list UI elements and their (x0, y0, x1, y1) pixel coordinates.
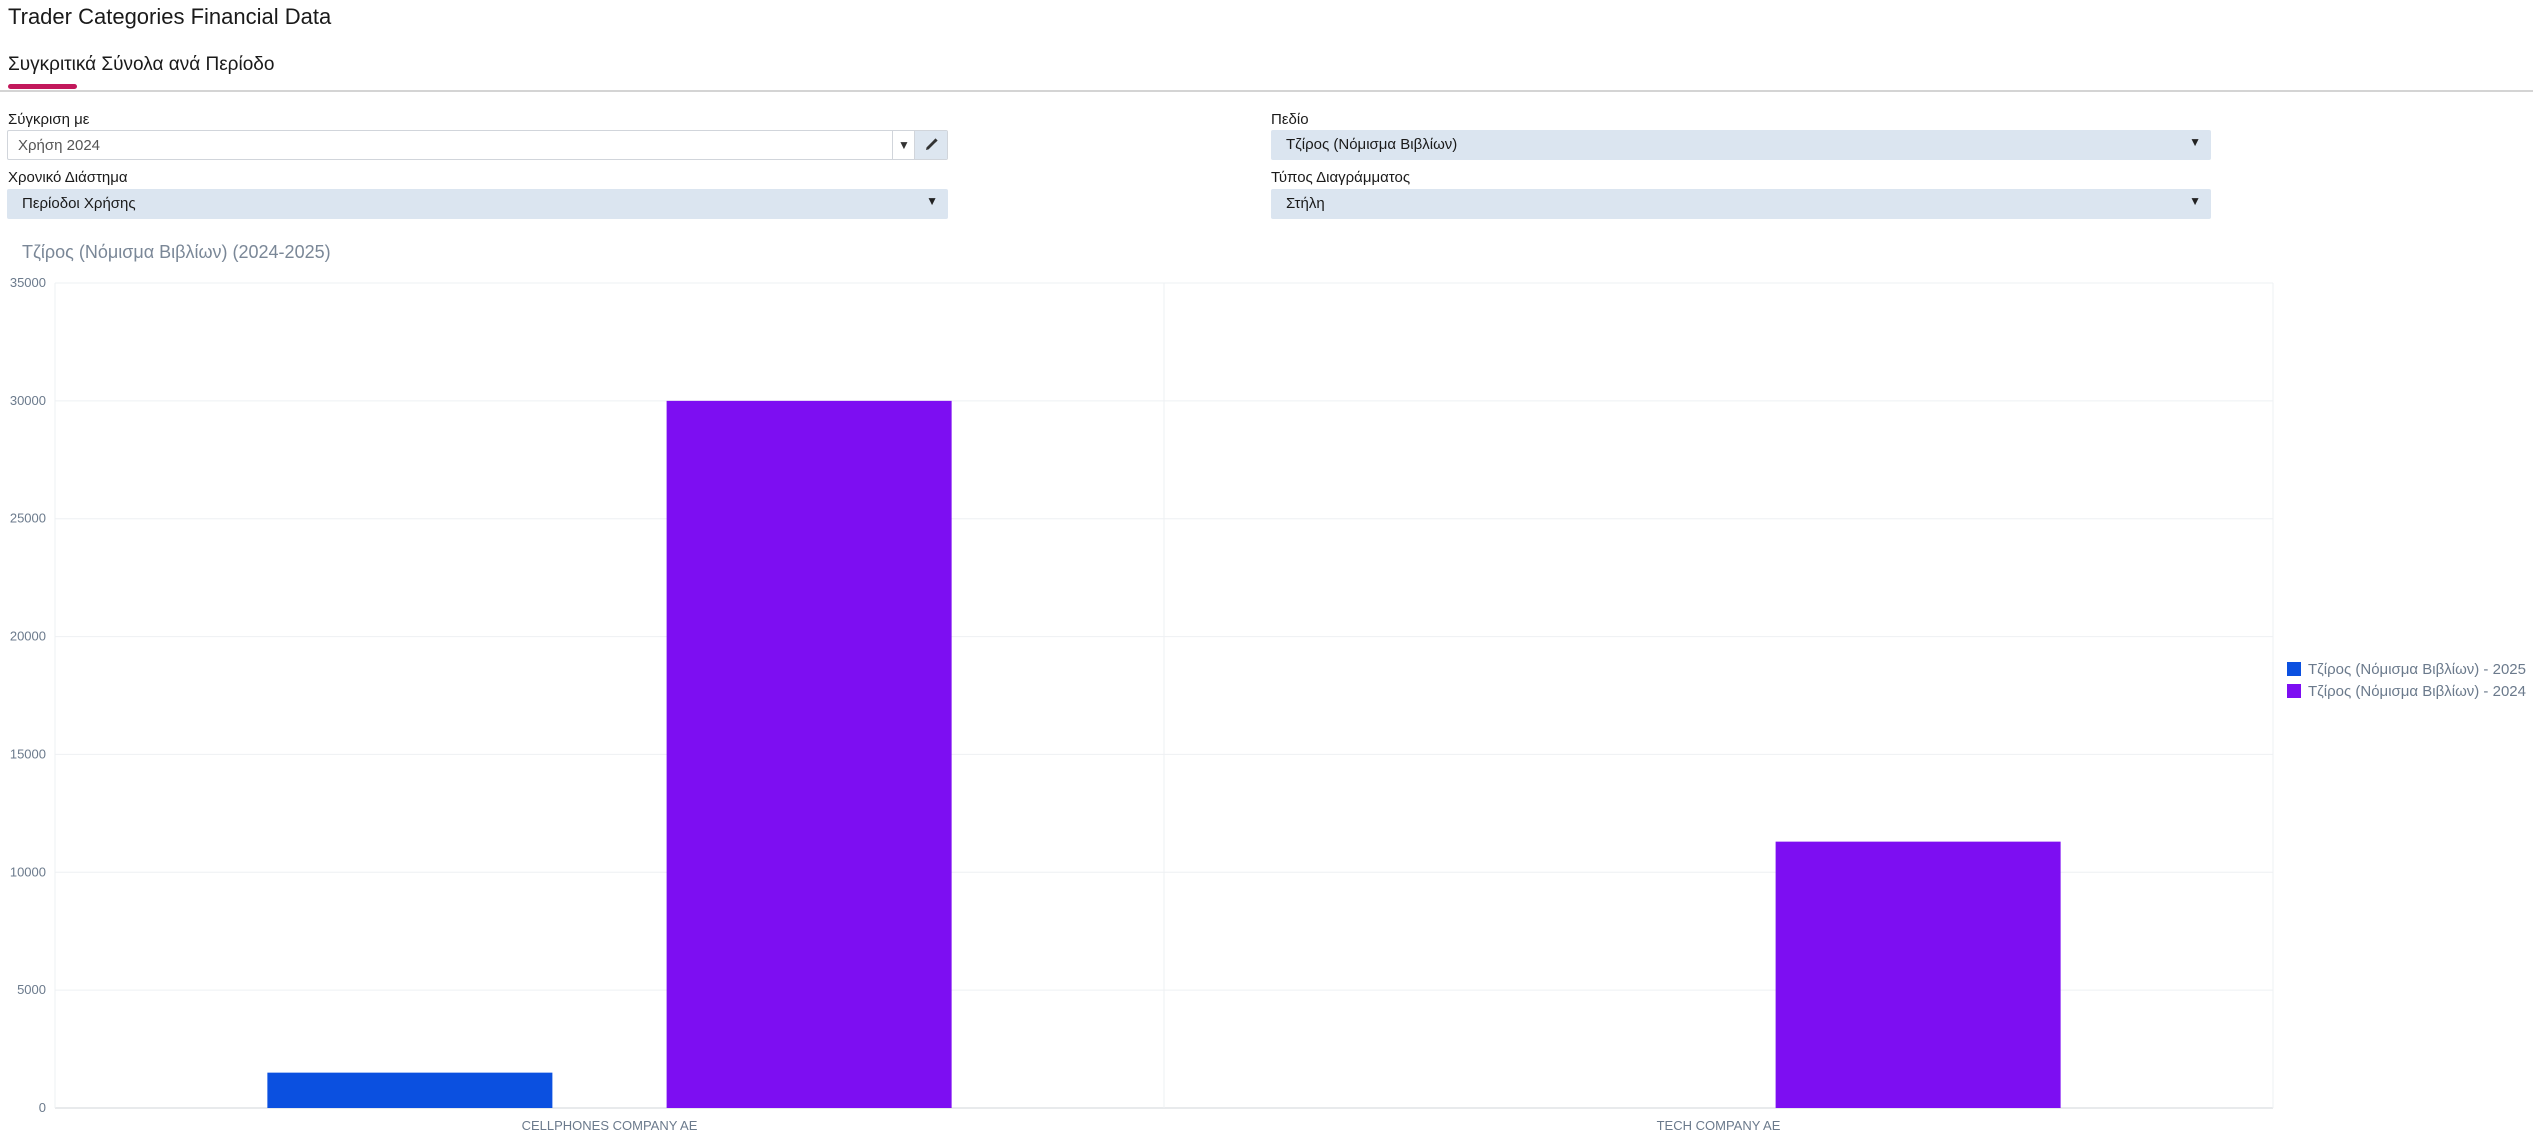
legend-item[interactable]: Τζίρος (Νόμισμα Βιβλίων) - 2025 (2287, 658, 2526, 680)
bar (1775, 841, 2061, 1108)
tab-comparative-totals[interactable]: Συγκριτικά Σύνολα ανά Περίοδο (8, 54, 274, 76)
chevron-down-icon: ▼ (2189, 194, 2201, 208)
chevron-down-icon: ▼ (2189, 135, 2201, 149)
chart-type-label: Τύπος Διαγράμματος (1271, 169, 1411, 186)
x-tick-label: CELLPHONES COMPANY AE (522, 1118, 698, 1133)
period-label: Χρονικό Διάστημα (8, 169, 128, 186)
compare-value: Χρήση 2024 (18, 137, 101, 154)
chart-type-value: Στήλη (1286, 195, 1325, 212)
y-tick-label: 15000 (10, 746, 46, 761)
bar-chart: 0 5000 10000 15000 20000 25000 30000 35000 CELLP… (10, 275, 2274, 1133)
page-title: Trader Categories Financial Data (8, 4, 332, 29)
legend-label: Τζίρος (Νόμισμα Βιβλίων) - 2025 (2308, 660, 2526, 678)
legend-swatch (2287, 662, 2301, 676)
chevron-down-icon[interactable]: ▼ (892, 131, 915, 159)
y-tick-label: 0 (39, 1100, 46, 1115)
legend-swatch (2287, 684, 2301, 698)
chart-type-select[interactable]: Στήλη ▼ (1271, 189, 2211, 219)
x-tick-label: TECH COMPANY AE (1657, 1118, 1781, 1133)
field-label: Πεδίο (1271, 111, 1309, 128)
bar (267, 1072, 553, 1108)
period-select[interactable]: Περίοδοι Χρήσης ▼ (7, 189, 948, 219)
chart-legend: Τζίρος (Νόμισμα Βιβλίων) - 2025 Τζίρος (Ν… (2287, 658, 2526, 702)
compare-combobox[interactable]: Χρήση 2024 ▼ (7, 130, 948, 160)
y-tick-label: 5000 (17, 982, 46, 997)
bar (666, 400, 952, 1108)
y-tick-label: 20000 (10, 629, 46, 644)
field-value: Τζίρος (Νόμισμα Βιβλίων) (1286, 136, 1458, 153)
field-select[interactable]: Τζίρος (Νόμισμα Βιβλίων) ▼ (1271, 130, 2211, 160)
y-tick-label: 30000 (10, 393, 46, 408)
tab-bar: Συγκριτικά Σύνολα ανά Περίοδο (0, 50, 2533, 92)
compare-label: Σύγκριση με (8, 111, 90, 128)
legend-label: Τζίρος (Νόμισμα Βιβλίων) - 2024 (2308, 682, 2526, 700)
legend-item[interactable]: Τζίρος (Νόμισμα Βιβλίων) - 2024 (2287, 680, 2526, 702)
period-value: Περίοδοι Χρήσης (22, 195, 136, 212)
y-tick-label: 35000 (10, 275, 46, 290)
y-tick-label: 10000 (10, 864, 46, 879)
pencil-icon[interactable] (914, 131, 947, 159)
chevron-down-icon: ▼ (926, 194, 938, 208)
y-tick-label: 25000 (10, 511, 46, 526)
active-tab-indicator (8, 84, 77, 89)
